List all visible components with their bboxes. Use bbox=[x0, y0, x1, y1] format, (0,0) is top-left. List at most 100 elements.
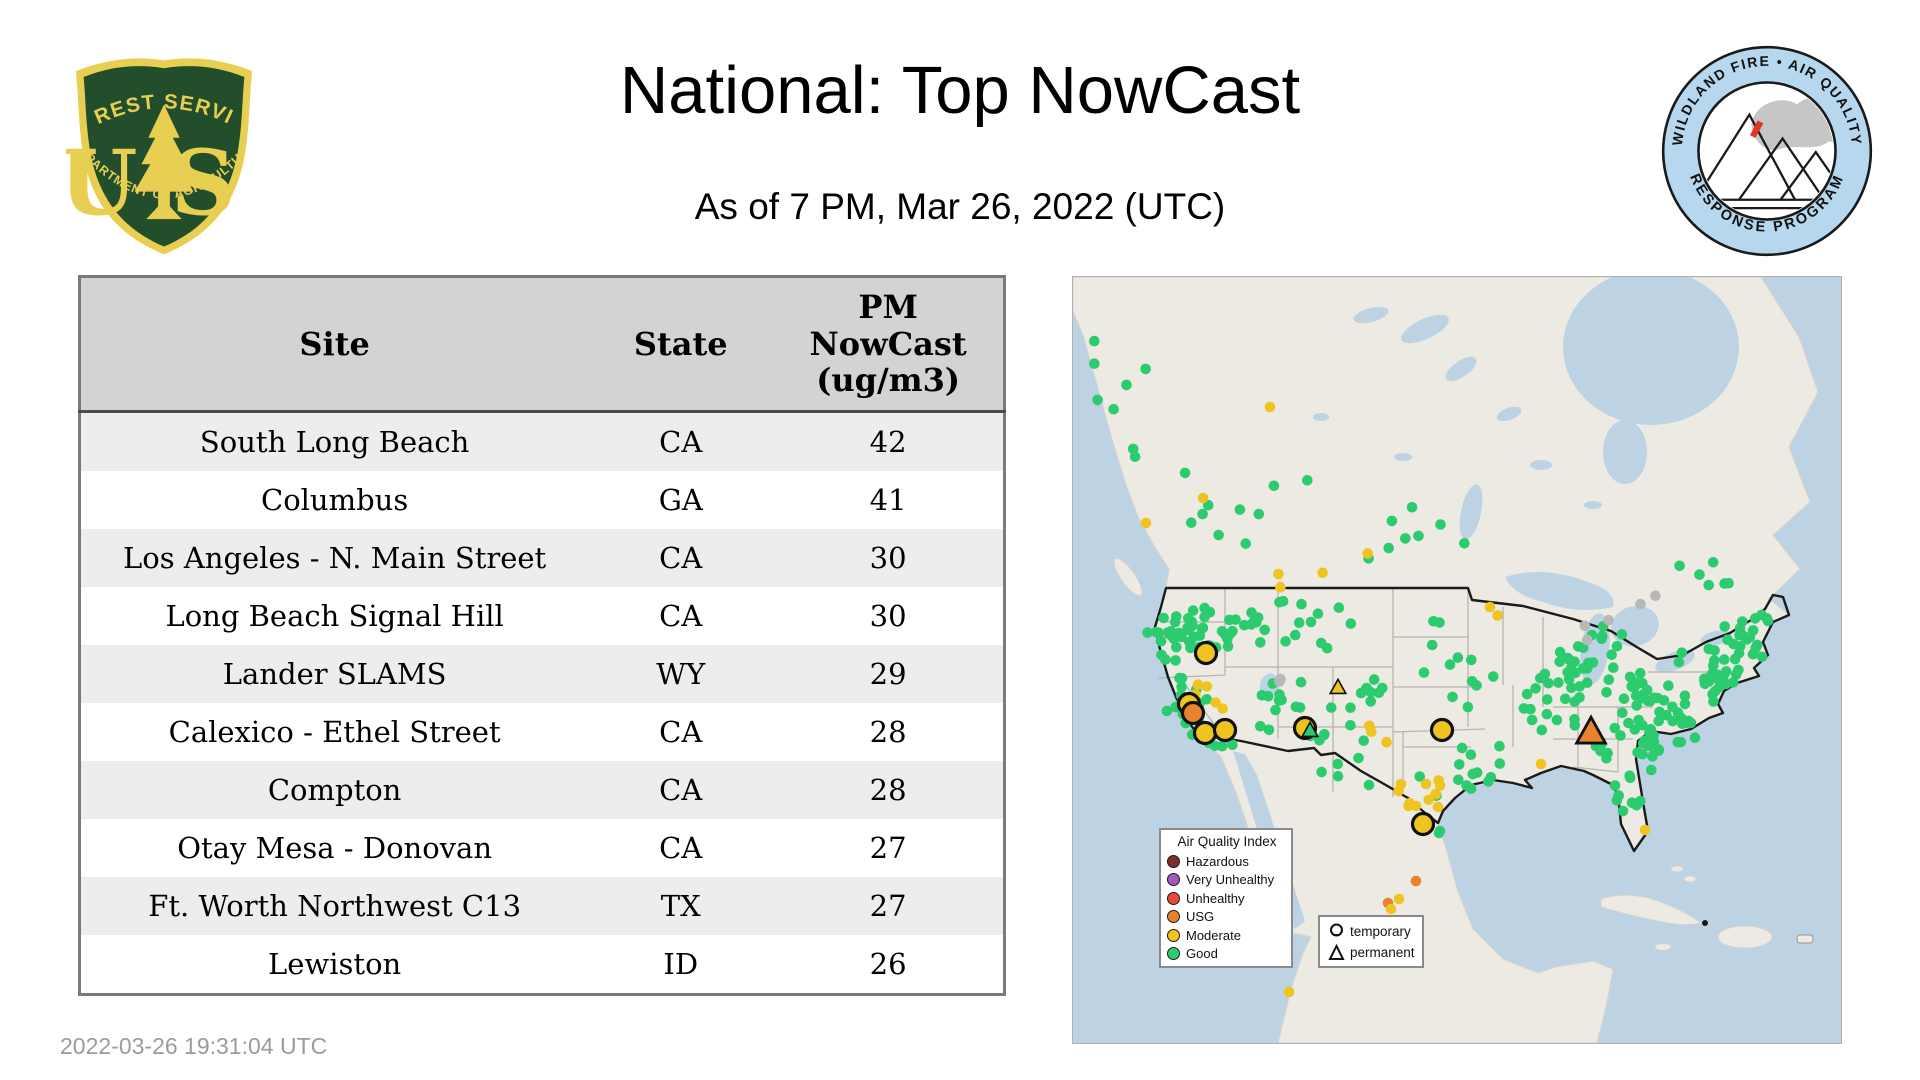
monitor-dot bbox=[1569, 714, 1580, 725]
state-cell: CA bbox=[659, 599, 703, 633]
table-header-row: Site State PM NowCast (ug/m3) bbox=[79, 276, 1005, 412]
monitor-dot bbox=[1708, 696, 1719, 707]
monitor-dot bbox=[1274, 596, 1285, 608]
monitor-dot bbox=[1560, 693, 1571, 705]
monitor-dot bbox=[1433, 775, 1444, 786]
monitor-dot bbox=[1453, 774, 1464, 786]
column-header-site: Site bbox=[79, 276, 589, 412]
monitor-dot bbox=[1616, 629, 1628, 640]
table-row: Calexico - Ethel Street CA 28 bbox=[79, 703, 1005, 761]
table-row: Columbus GA 41 bbox=[79, 471, 1005, 529]
monitor-dot bbox=[1535, 758, 1547, 770]
monitor-dot bbox=[1089, 358, 1100, 369]
monitor-dot bbox=[1536, 724, 1548, 736]
state-cell: CA bbox=[659, 425, 703, 459]
monitor-dot bbox=[1140, 363, 1151, 375]
monitor-dot bbox=[1689, 732, 1701, 743]
table-row: Ft. Worth Northwest C13 TX 27 bbox=[79, 877, 1005, 935]
value-cell: 27 bbox=[869, 831, 907, 865]
monitor-dot bbox=[1603, 674, 1615, 685]
monitor-dot bbox=[1395, 778, 1407, 790]
monitor-dot bbox=[1326, 702, 1337, 713]
monitor-dot bbox=[1305, 616, 1317, 628]
monitor-dot bbox=[1719, 621, 1730, 632]
value-cell: 26 bbox=[869, 947, 907, 981]
monitor-dot bbox=[1426, 639, 1438, 651]
monitor-dot bbox=[1635, 598, 1646, 610]
monitor-dot bbox=[1611, 640, 1623, 652]
monitor-dot bbox=[1406, 502, 1418, 513]
table-row: Lewiston ID 26 bbox=[79, 935, 1005, 995]
top-site-marker bbox=[1192, 720, 1218, 746]
monitor-dot bbox=[1609, 780, 1621, 791]
monitor-dot bbox=[1275, 581, 1286, 593]
monitor-dot bbox=[1603, 614, 1614, 626]
value-cell: 28 bbox=[869, 715, 907, 749]
state-cell: CA bbox=[659, 773, 703, 807]
monitor-dot bbox=[1332, 758, 1343, 770]
site-cell: Otay Mesa - Donovan bbox=[177, 831, 493, 865]
monitor-dot bbox=[1188, 631, 1200, 643]
monitor-dot bbox=[1650, 590, 1661, 601]
monitor-dot bbox=[1596, 633, 1607, 645]
monitor-dot bbox=[1574, 681, 1585, 692]
temporary-marker-icon bbox=[1330, 923, 1343, 937]
monitor-dot bbox=[1413, 530, 1424, 542]
aqi-legend-item: Moderate bbox=[1167, 926, 1291, 945]
monitor-dot bbox=[1192, 679, 1204, 690]
aqi-legend-title: Air Quality Index bbox=[1177, 834, 1277, 849]
monitor-dot bbox=[1259, 624, 1270, 636]
table-row: Compton CA 28 bbox=[79, 761, 1005, 819]
monitor-dot bbox=[1465, 749, 1477, 760]
monitor-dot bbox=[1434, 617, 1445, 628]
monitor-dot bbox=[1574, 692, 1585, 703]
monitor-dot bbox=[1617, 707, 1628, 719]
monitor-dot bbox=[1353, 752, 1364, 764]
monitor-dot bbox=[1256, 690, 1268, 701]
aqi-legend-label: Hazardous bbox=[1186, 853, 1249, 869]
site-cell: Lewiston bbox=[268, 947, 402, 981]
monitor-dot bbox=[1581, 634, 1593, 646]
state-cell: CA bbox=[659, 541, 703, 575]
monitor-dot bbox=[1608, 662, 1619, 673]
monitor-dot bbox=[1171, 611, 1182, 622]
monitor-dot bbox=[1526, 714, 1538, 726]
monitor-dot bbox=[1581, 663, 1593, 674]
monitor-dot bbox=[1366, 726, 1377, 738]
monitor-dot bbox=[1280, 636, 1291, 647]
monitor-dot bbox=[1484, 601, 1496, 613]
monitor-dot bbox=[1199, 611, 1210, 623]
monitor-dot bbox=[1530, 683, 1541, 694]
monitor-dot bbox=[1646, 764, 1657, 776]
monitor-dot bbox=[1541, 708, 1553, 720]
monitor-dot bbox=[1648, 730, 1659, 741]
monitor-dot bbox=[1383, 542, 1394, 554]
nowcast-table-container: Site State PM NowCast (ug/m3) South Long… bbox=[78, 275, 1006, 996]
monitor-dot bbox=[1601, 687, 1612, 698]
monitor-dot bbox=[1702, 920, 1708, 926]
site-cell: Los Angeles - N. Main Street bbox=[123, 541, 547, 575]
monitor-dot bbox=[1385, 903, 1397, 915]
monitor-dot bbox=[1276, 694, 1287, 706]
monitor-dot bbox=[1756, 651, 1768, 663]
monitor-dot bbox=[1295, 676, 1307, 688]
monitor-dot bbox=[1602, 747, 1613, 759]
monitor-dot bbox=[1121, 379, 1132, 391]
monitor-dot bbox=[1494, 758, 1506, 769]
monitor-dot bbox=[1454, 759, 1465, 770]
table-body: South Long Beach CA 42 Columbus GA 41 Los Ange… bbox=[79, 411, 1005, 995]
monitor-dot bbox=[1239, 619, 1250, 631]
monitor-dot bbox=[1092, 394, 1103, 406]
monitor-dot bbox=[1648, 692, 1660, 704]
monitor-dot bbox=[1456, 742, 1468, 754]
monitor-dot bbox=[1400, 533, 1411, 544]
value-cell: 27 bbox=[869, 889, 907, 923]
aqi-legend-item: Unhealthy bbox=[1167, 889, 1291, 908]
monitor-dot bbox=[1630, 677, 1642, 688]
monitor-dot bbox=[1709, 686, 1721, 697]
aqi-legend-label: Moderate bbox=[1186, 927, 1241, 943]
monitor-dot bbox=[1179, 467, 1191, 479]
monitor-dot bbox=[1318, 730, 1330, 741]
site-cell: Long Beach Signal Hill bbox=[165, 599, 504, 633]
monitor-dot bbox=[1762, 615, 1774, 627]
